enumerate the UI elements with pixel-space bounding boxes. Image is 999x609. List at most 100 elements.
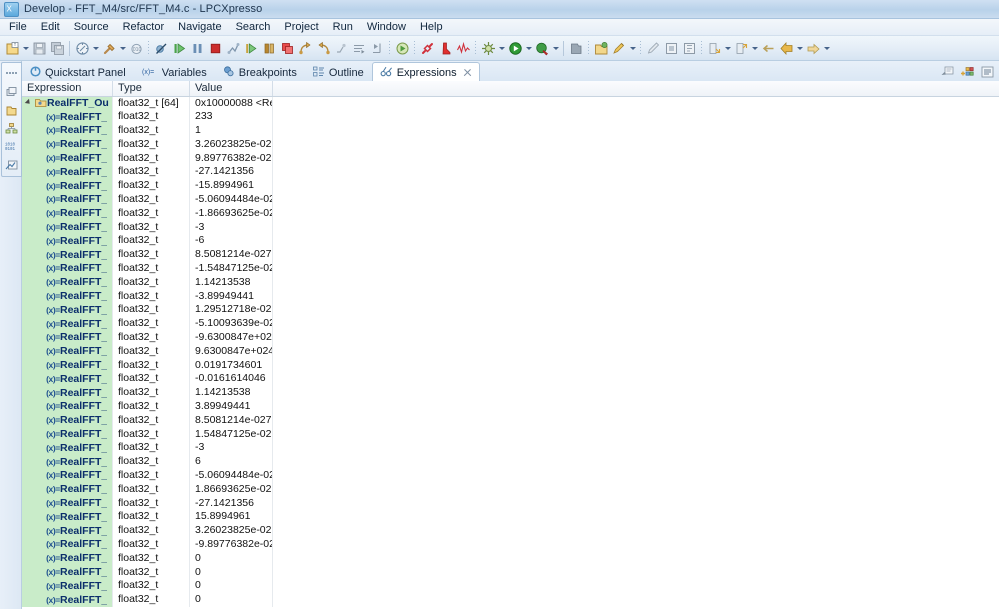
external-tools-icon[interactable] <box>479 38 497 58</box>
cell-expression[interactable]: (x)= RealFFT_ <box>22 220 113 235</box>
cell-expression[interactable]: (x)= RealFFT_ <box>22 262 113 276</box>
cell-value[interactable]: -5.10093639e-027 <box>190 317 273 332</box>
cell-expression[interactable]: (x)= RealFFT_ <box>22 496 113 511</box>
cell-expression[interactable]: (x)= RealFFT_ <box>22 565 113 580</box>
cell-value[interactable]: 6 <box>190 455 273 470</box>
cell-expression[interactable]: (x)= RealFFT_ <box>22 510 113 525</box>
save-all-icon[interactable] <box>48 38 66 58</box>
table-row[interactable]: (x)= RealFFT_ float32_t 3.26023825e-026 <box>22 524 999 539</box>
cell-value[interactable]: -27.1421356 <box>190 496 273 511</box>
registers-icon[interactable] <box>3 119 20 137</box>
table-row[interactable]: (x)= RealFFT_ float32_t 0 <box>22 551 999 567</box>
add-new-expression-icon[interactable] <box>960 65 975 79</box>
new-file-icon[interactable] <box>610 38 628 58</box>
menu-refactor[interactable]: Refactor <box>116 20 172 34</box>
cell-value[interactable]: 0 <box>190 593 273 607</box>
build-dropdown-arrow[interactable] <box>118 38 127 58</box>
memory-icon[interactable]: 1010 0101 <box>3 137 20 155</box>
cell-value[interactable]: 15.8994961 <box>190 510 273 525</box>
cell-expression[interactable]: (x)= RealFFT_ <box>22 206 113 221</box>
table-row[interactable]: (x)= RealFFT_ float32_t -5.06094484e-027 <box>22 193 999 208</box>
table-row[interactable]: (x)= RealFFT_ float32_t -5.06094484e-027 <box>22 469 999 484</box>
cell-value[interactable]: 9.6300847e+024 <box>190 344 273 359</box>
step-by-step-icon[interactable] <box>368 38 386 58</box>
cell-value[interactable]: 0.0191734601 <box>190 358 273 373</box>
table-row[interactable]: (x)= RealFFT_ float32_t 9.6300847e+024 <box>22 344 999 360</box>
cell-expression[interactable]: (x)= RealFFT_ <box>22 124 113 138</box>
cell-expression[interactable]: (x)= RealFFT_ <box>22 344 113 359</box>
table-row[interactable]: (x)= RealFFT_ float32_t 1 <box>22 124 999 139</box>
disconnect-icon[interactable] <box>224 38 242 58</box>
cell-value[interactable]: 0 <box>190 551 273 566</box>
build-configurations-icon[interactable]: 010 <box>127 38 145 58</box>
table-row[interactable]: (x)= RealFFT_ float32_t 1.14213538 <box>22 275 999 291</box>
debug-dropdown-arrow[interactable] <box>551 38 560 58</box>
menu-navigate[interactable]: Navigate <box>171 20 228 34</box>
tab-breakpoints[interactable]: Breakpoints <box>215 62 305 82</box>
cell-expression[interactable]: (x)= RealFFT_ <box>22 358 113 373</box>
suspend-icon[interactable] <box>188 38 206 58</box>
expand-collapse-icon[interactable] <box>24 97 34 110</box>
previous-annotation-icon[interactable] <box>732 38 750 58</box>
cell-value[interactable]: 0 <box>190 579 273 594</box>
cell-value[interactable]: 8.5081214e-027 <box>190 413 273 428</box>
previous-annotation-dropdown-arrow[interactable] <box>750 38 759 58</box>
toggle-mark-occurrences-icon[interactable] <box>662 38 680 58</box>
run-to-line-icon[interactable] <box>350 38 368 58</box>
menu-edit[interactable]: Edit <box>34 20 67 34</box>
trace-icon[interactable] <box>454 38 472 58</box>
cell-expression[interactable]: (x)= RealFFT_ <box>22 110 113 125</box>
table-row[interactable]: (x)= RealFFT_ float32_t 3.89949441 <box>22 400 999 415</box>
peripherals-icon[interactable] <box>3 101 20 119</box>
cell-value[interactable]: -5.06094484e-027 <box>190 193 273 207</box>
new-file-dropdown-arrow[interactable] <box>628 38 637 58</box>
cell-value[interactable]: -9.6300847e+024 <box>190 331 273 345</box>
next-annotation-icon[interactable] <box>705 38 723 58</box>
cell-expression[interactable]: (x)= RealFFT_ <box>22 469 113 483</box>
column-header-expression[interactable]: Expression <box>22 81 113 96</box>
table-row[interactable]: (x)= RealFFT_ float32_t 9.89776382e-027 <box>22 151 999 166</box>
table-row[interactable]: (x)= RealFFT_ float32_t 1.54847125e-026 <box>22 427 999 442</box>
cell-value[interactable]: 0 <box>190 565 273 580</box>
cell-expression[interactable]: (x)= RealFFT_ <box>22 275 113 290</box>
run-icon[interactable] <box>506 38 524 58</box>
menu-project[interactable]: Project <box>277 20 325 34</box>
restart-icon[interactable] <box>242 38 260 58</box>
column-header-value[interactable]: Value <box>190 81 273 96</box>
table-row[interactable]: (x)= RealFFT_ float32_t -27.1421356 <box>22 496 999 511</box>
cell-expression[interactable]: (x)= RealFFT_ <box>22 593 113 607</box>
tab-quickstart-panel[interactable]: Quickstart Panel <box>22 62 134 82</box>
table-row[interactable]: (x)= RealFFT_ float32_t -27.1421356 <box>22 165 999 180</box>
cell-value[interactable]: 3.89949441 <box>190 400 273 414</box>
cell-expression[interactable]: (x)= RealFFT_ <box>22 372 113 387</box>
step-into-icon[interactable] <box>278 38 296 58</box>
build-icon[interactable] <box>100 38 118 58</box>
menu-window[interactable]: Window <box>360 20 413 34</box>
table-row[interactable]: (x)= RealFFT_ float32_t -3 <box>22 220 999 235</box>
skip-breakpoints-icon[interactable] <box>152 38 170 58</box>
table-row[interactable]: (x)= RealFFT_ float32_t 0 <box>22 565 999 580</box>
table-row[interactable]: (x)= RealFFT_ float32_t 15.8994961 <box>22 510 999 525</box>
table-row[interactable]: (x)= RealFFT_ float32_t 0.0191734601 <box>22 358 999 373</box>
tab-outline[interactable]: Outline <box>305 62 372 82</box>
project-explorer-icon[interactable] <box>3 83 20 101</box>
new-wizard-dropdown-arrow[interactable] <box>21 38 30 58</box>
table-row[interactable]: (x)= RealFFT_ float32_t -1.86693625e-026 <box>22 206 999 222</box>
cell-value[interactable]: 1.14213538 <box>190 386 273 401</box>
disassembly-icon[interactable] <box>3 155 20 173</box>
cell-value[interactable]: -1.86693625e-026 <box>190 206 273 221</box>
table-row[interactable]: (x)= RealFFT_ float32_t -3 <box>22 441 999 456</box>
back-dropdown-arrow[interactable] <box>795 38 804 58</box>
cell-expression[interactable]: (x)= RealFFT_ <box>22 386 113 401</box>
new-c-project-icon[interactable] <box>592 38 610 58</box>
table-row[interactable]: (x)= RealFFT_ float32_t -0.0161614046 <box>22 372 999 387</box>
save-icon[interactable] <box>30 38 48 58</box>
cell-expression[interactable]: (x)= RealFFT_ <box>22 248 113 263</box>
build-all-dropdown-arrow[interactable] <box>91 38 100 58</box>
instruction-stepping-icon[interactable] <box>260 38 278 58</box>
drop-to-frame-icon[interactable] <box>332 38 350 58</box>
menu-run[interactable]: Run <box>326 20 360 34</box>
table-row[interactable]: (x)= RealFFT_ float32_t 8.5081214e-027 <box>22 248 999 263</box>
pencil-icon[interactable] <box>644 38 662 58</box>
minimized-view-toggle-icon[interactable] <box>3 65 20 83</box>
